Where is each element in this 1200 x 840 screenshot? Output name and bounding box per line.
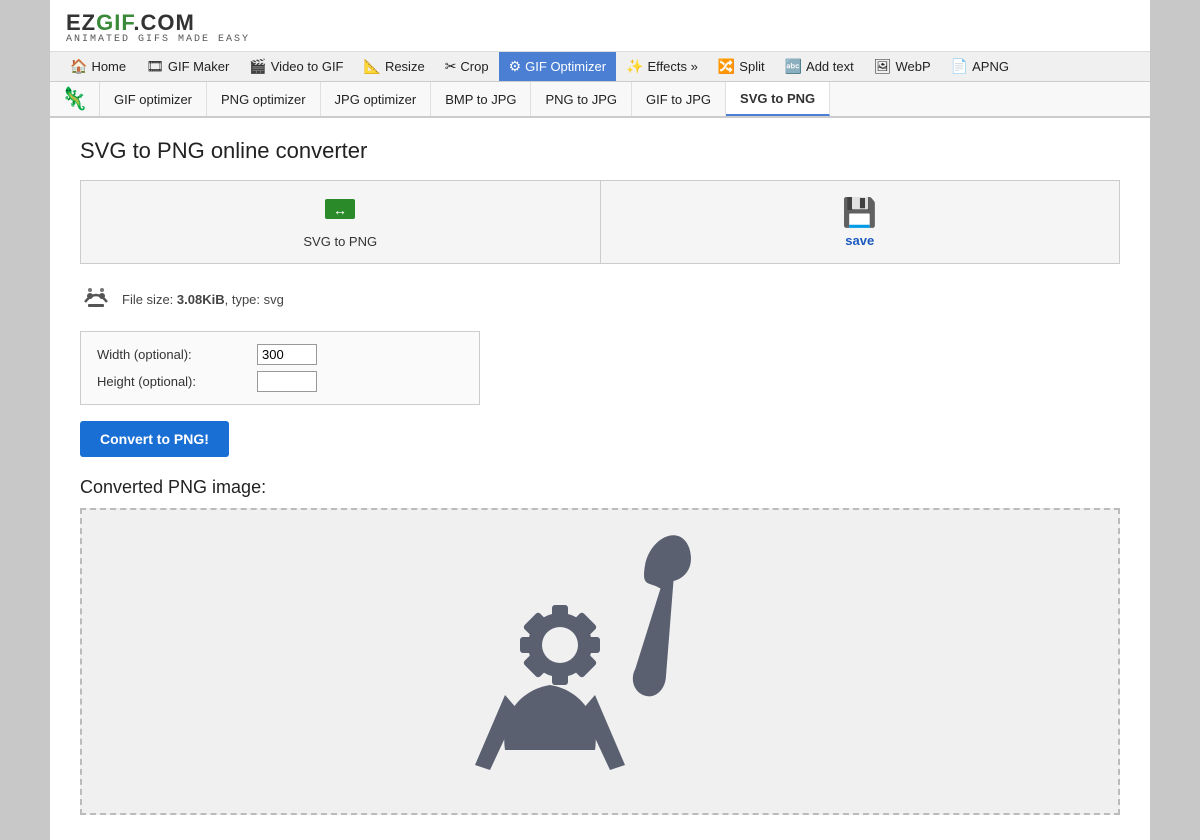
nav-home[interactable]: 🏠 Home <box>60 52 136 81</box>
site-logo[interactable]: EZGIF.COM ANIMATED GIFS MADE EASY <box>66 10 250 45</box>
main-nav: 🏠 Home 🎞 GIF Maker 🎬 Video to GIF 📐 Resi… <box>50 52 1150 82</box>
nav-home-label: Home <box>91 59 126 74</box>
nav-webp-label: WebP <box>896 59 931 74</box>
nav-video-label: Video to GIF <box>271 59 344 74</box>
nav-gif-maker-label: GIF Maker <box>168 59 229 74</box>
nav-split-label: Split <box>739 59 764 74</box>
nav-addtext-label: Add text <box>806 59 854 74</box>
save-icon: 💾 <box>842 196 877 229</box>
nav-gif-maker[interactable]: 🎞 GIF Maker <box>136 52 239 81</box>
sub-nav: 🦎 GIF optimizer PNG optimizer JPG optimi… <box>50 82 1150 118</box>
apng-icon: 📄 <box>951 58 968 75</box>
nav-add-text[interactable]: 🔤 Add text <box>775 52 864 81</box>
nav-apng-label: APNG <box>972 59 1009 74</box>
tab-bmp-label: BMP to JPG <box>445 92 516 107</box>
nav-effects[interactable]: ✨ Effects » <box>616 52 708 81</box>
tab-gif-to-jpg-label: GIF to JPG <box>646 92 711 107</box>
tab-svg-to-png-label: SVG to PNG <box>740 91 815 106</box>
logo-text: EZGIF.COM <box>66 10 250 36</box>
options-box: Width (optional): Height (optional): <box>80 331 480 405</box>
tab-gif-optimizer[interactable]: GIF optimizer <box>100 82 207 116</box>
tab-png-optimizer-label: PNG optimizer <box>221 92 306 107</box>
result-image-area <box>80 508 1120 815</box>
sub-logo-icon: 🦎 <box>61 86 88 112</box>
text-icon: 🔤 <box>785 58 802 75</box>
optimizer-icon: ⚙ <box>509 58 522 75</box>
tab-png-optimizer[interactable]: PNG optimizer <box>207 82 321 116</box>
nav-resize[interactable]: 📐 Resize <box>354 52 435 81</box>
tab-bmp-to-jpg[interactable]: BMP to JPG <box>431 82 531 116</box>
upload-label: SVG to PNG <box>303 234 377 249</box>
width-option-row: Width (optional): <box>97 344 463 365</box>
svg-text:↔: ↔ <box>333 202 347 218</box>
convert-button[interactable]: Convert to PNG! <box>80 421 229 457</box>
tab-png-to-jpg[interactable]: PNG to JPG <box>531 82 632 116</box>
nav-split[interactable]: 🔀 Split <box>708 52 775 81</box>
nav-webp[interactable]: 🖼 WebP <box>864 52 941 81</box>
webp-icon: 🖼 <box>874 58 892 75</box>
height-option-row: Height (optional): <box>97 371 463 392</box>
width-input[interactable] <box>257 344 317 365</box>
save-label: save <box>845 233 874 248</box>
width-label: Width (optional): <box>97 347 257 362</box>
height-label: Height (optional): <box>97 374 257 389</box>
action-bar: ↔ SVG to PNG 💾 save <box>80 180 1120 264</box>
tab-jpg-optimizer-label: JPG optimizer <box>335 92 417 107</box>
crop-icon: ✂ <box>445 58 457 75</box>
gif-maker-icon: 🎞 <box>146 58 164 75</box>
nav-resize-label: Resize <box>385 59 425 74</box>
sub-nav-logo: 🦎 <box>50 82 100 116</box>
page-title: SVG to PNG online converter <box>80 138 1120 164</box>
upload-svg-button[interactable]: ↔ SVG to PNG <box>81 181 601 263</box>
nav-gif-optimizer[interactable]: ⚙ GIF Optimizer <box>499 52 616 81</box>
effects-icon: ✨ <box>626 58 643 75</box>
tab-png-to-jpg-label: PNG to JPG <box>545 92 617 107</box>
tab-gif-optimizer-label: GIF optimizer <box>114 92 192 107</box>
resize-icon: 📐 <box>364 58 381 75</box>
tab-jpg-optimizer[interactable]: JPG optimizer <box>321 82 432 116</box>
file-info-area: File size: 3.08KiB, type: svg <box>80 280 1120 319</box>
nav-video-to-gif[interactable]: 🎬 Video to GIF <box>239 52 353 81</box>
split-icon: 🔀 <box>718 58 735 75</box>
file-size: 3.08KiB <box>177 292 225 307</box>
nav-crop-label: Crop <box>460 59 488 74</box>
height-input[interactable] <box>257 371 317 392</box>
nav-crop[interactable]: ✂ Crop <box>435 52 499 81</box>
tab-svg-to-png[interactable]: SVG to PNG <box>726 82 830 116</box>
file-info-text: File size: 3.08KiB, type: svg <box>122 292 284 307</box>
nav-effects-label: Effects » <box>648 59 698 74</box>
converted-image <box>420 510 780 813</box>
upload-icon: ↔ <box>324 195 356 230</box>
logo-tagline: ANIMATED GIFS MADE EASY <box>66 34 250 45</box>
nav-optimizer-label: GIF Optimizer <box>525 59 606 74</box>
result-title: Converted PNG image: <box>80 477 1120 498</box>
video-icon: 🎬 <box>249 58 266 75</box>
nav-apng[interactable]: 📄 APNG <box>941 52 1019 81</box>
home-icon: 🏠 <box>70 58 87 75</box>
tab-gif-to-jpg[interactable]: GIF to JPG <box>632 82 726 116</box>
save-button[interactable]: 💾 save <box>601 181 1120 263</box>
file-type-icon <box>80 280 112 319</box>
